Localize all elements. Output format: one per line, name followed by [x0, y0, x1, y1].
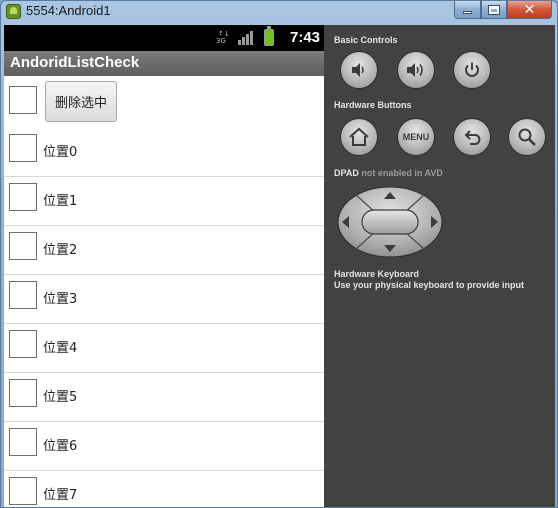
hardware-keyboard-heading: Hardware Keyboard	[334, 269, 420, 279]
phone-screen: ↑↓ 3G 7:43 AndoridListCheck 删除选中 位置0 位置1…	[4, 25, 324, 507]
item-label: 位置6	[43, 439, 78, 454]
list-item[interactable]: 位置6	[4, 422, 324, 471]
delete-selected-button[interactable]: 删除选中	[45, 81, 117, 122]
home-button[interactable]	[340, 118, 378, 156]
hardware-keyboard-note: Use your physical keyboard to provide in…	[334, 280, 525, 290]
item-list[interactable]: 位置0 位置1 位置2 位置3 位置4 位置5 位置6 位置7	[4, 128, 324, 507]
item-checkbox[interactable]	[9, 330, 37, 358]
item-checkbox[interactable]	[9, 134, 37, 162]
dpad-graphic	[337, 186, 443, 258]
app-title-bar: AndoridListCheck	[4, 51, 324, 76]
emulator-client-area: ↑↓ 3G 7:43 AndoridListCheck 删除选中 位置0 位置1…	[4, 25, 555, 507]
item-checkbox[interactable]	[9, 428, 37, 456]
item-label: 位置0	[43, 145, 78, 160]
status-bar: ↑↓ 3G 7:43	[4, 25, 324, 51]
list-item[interactable]: 位置5	[4, 373, 324, 422]
item-label: 位置7	[43, 488, 78, 503]
back-icon	[464, 130, 481, 145]
status-time: 7:43	[290, 29, 321, 46]
dpad-note: not enabled in AVD	[361, 168, 443, 178]
item-label: 位置2	[43, 243, 78, 258]
list-item[interactable]: 位置7	[4, 471, 324, 507]
item-checkbox[interactable]	[9, 477, 37, 505]
volume-up-button[interactable]	[397, 51, 435, 89]
window-title: 5554:Android1	[26, 3, 111, 18]
window-titlebar[interactable]: 5554:Android1 ✕	[1, 1, 557, 23]
emulator-window: 5554:Android1 ✕ ↑↓ 3G 7:43 AndoridListCh…	[0, 0, 558, 508]
close-button[interactable]: ✕	[507, 1, 552, 19]
item-checkbox[interactable]	[9, 183, 37, 211]
menu-label: MENU	[402, 132, 430, 142]
power-button[interactable]	[453, 51, 491, 89]
volume-down-button[interactable]	[340, 51, 378, 89]
list-item[interactable]: 位置3	[4, 275, 324, 324]
item-label: 位置5	[43, 390, 78, 405]
minimize-icon	[463, 11, 472, 14]
select-all-checkbox[interactable]	[9, 86, 37, 114]
dpad[interactable]	[336, 185, 444, 259]
item-label: 位置4	[43, 341, 78, 356]
list-item[interactable]: 位置2	[4, 226, 324, 275]
action-row: 删除选中	[4, 76, 324, 128]
close-icon: ✕	[523, 1, 536, 18]
maximize-button[interactable]	[481, 1, 507, 19]
dpad-label: DPAD	[334, 168, 359, 178]
list-item[interactable]: 位置1	[4, 177, 324, 226]
app-title: AndoridListCheck	[10, 54, 140, 71]
list-item[interactable]: 位置4	[4, 324, 324, 373]
signal-bars-icon	[238, 31, 256, 45]
item-label: 位置3	[43, 292, 78, 307]
item-checkbox[interactable]	[9, 281, 37, 309]
power-icon	[465, 62, 479, 77]
hardware-buttons-heading: Hardware Buttons	[334, 100, 412, 110]
menu-button[interactable]: MENU	[397, 118, 435, 156]
volume-up-icon	[407, 63, 423, 77]
back-button[interactable]	[453, 118, 491, 156]
list-item[interactable]: 位置0	[4, 128, 324, 177]
data-transfer-icon: ↑↓ 3G	[216, 30, 230, 45]
item-checkbox[interactable]	[9, 379, 37, 407]
android-app-icon	[6, 4, 21, 19]
volume-down-icon	[352, 63, 364, 77]
basic-controls-heading: Basic Controls	[334, 35, 398, 45]
minimize-button[interactable]	[454, 1, 481, 19]
emulator-controls-panel: Basic Controls Hardware Buttons MENU DPA…	[324, 25, 555, 507]
dpad-heading: DPAD not enabled in AVD	[334, 168, 443, 178]
item-checkbox[interactable]	[9, 232, 37, 260]
search-button[interactable]	[508, 118, 546, 156]
battery-icon	[264, 26, 274, 46]
search-icon	[518, 128, 536, 146]
home-icon	[349, 127, 369, 146]
item-label: 位置1	[43, 194, 78, 209]
maximize-icon	[488, 4, 500, 15]
